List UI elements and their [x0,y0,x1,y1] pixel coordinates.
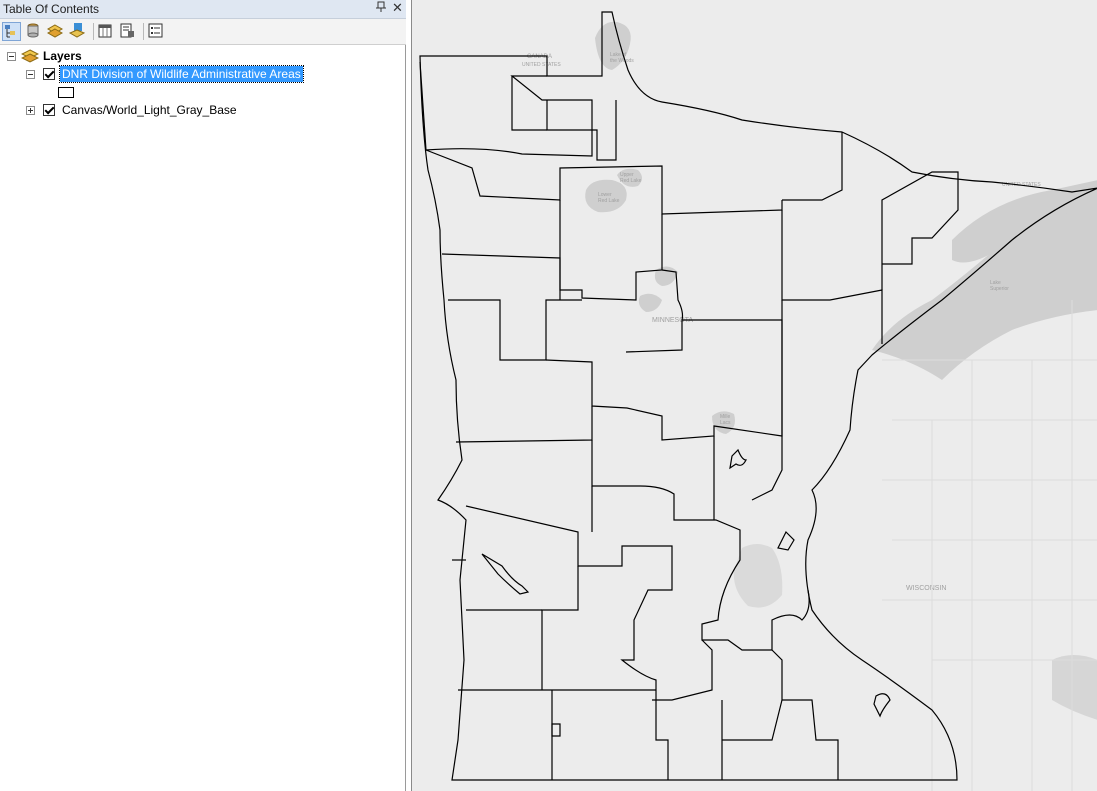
list-by-visibility-button[interactable] [46,22,66,41]
layer-name-basemap[interactable]: Canvas/World_Light_Gray_Base [62,103,237,117]
layer-visibility-checkbox[interactable] [43,68,55,80]
layer-visibility-checkbox[interactable] [43,104,55,116]
options-icon [148,23,163,38]
map-label-canada: CANADA [527,54,552,60]
selection-layers-icon [68,23,86,38]
database-icon [27,23,39,38]
list-by-selection-button[interactable] [68,22,88,41]
pin-icon[interactable] [376,1,386,16]
table-of-contents-panel: Table Of Contents ✕ Layers DNR Division … [0,0,406,791]
basemap-background [412,0,1097,791]
layer-expand-toggle[interactable] [26,106,35,115]
layers-root-label: Layers [43,49,82,63]
map-canvas[interactable]: CANADA UNITED STATES Lake of the Woods Lo… [412,0,1097,791]
map-label-united-states-north: UNITED STATES [522,62,561,68]
toolbar-separator [93,23,94,40]
panel-title-bar: Table Of Contents ✕ [0,0,406,19]
close-icon[interactable]: ✕ [392,0,403,16]
map-label-mille-lacs: Mille Lacs [720,414,731,426]
visibility-layers-icon [46,24,64,38]
options-button[interactable] [147,22,166,41]
properties-icon [120,23,134,38]
table-icon [98,24,112,38]
toc-toolbar [0,19,406,45]
layers-drawing-order-icon [5,25,15,38]
layer-collapse-toggle[interactable] [26,70,35,79]
layers-icon [20,48,40,69]
toolbar-separator [143,23,144,40]
layer-name-dnr-wildlife[interactable]: DNR Division of Wildlife Administrative … [59,65,304,83]
map-label-wisconsin: WISCONSIN [906,585,946,592]
layers-collapse-toggle[interactable] [7,52,16,61]
map-display[interactable]: CANADA UNITED STATES Lake of the Woods Lo… [411,0,1097,791]
layer-symbol-swatch[interactable] [58,87,74,98]
list-by-source-button[interactable] [25,22,44,41]
add-data-button[interactable] [97,22,116,41]
layer-properties-button[interactable] [119,22,138,41]
list-by-drawing-order-button[interactable] [2,22,21,41]
panel-title: Table Of Contents [3,2,100,16]
